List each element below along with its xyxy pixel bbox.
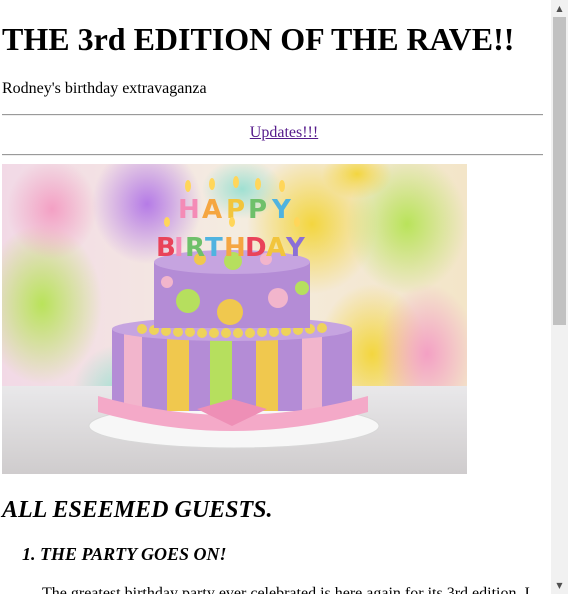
- svg-text:B: B: [156, 233, 176, 263]
- svg-text:A: A: [266, 233, 286, 263]
- svg-text:R: R: [185, 233, 205, 263]
- section-heading: ALL ESEEMED GUESTS.: [2, 497, 273, 523]
- svg-text:H: H: [224, 233, 246, 263]
- page-title: THE 3rd EDITION OF THE RAVE!!: [2, 21, 515, 57]
- vertical-scrollbar[interactable]: ▲ ▼: [551, 0, 568, 594]
- divider: [2, 114, 543, 116]
- divider: [2, 154, 543, 156]
- svg-text:Y: Y: [285, 233, 306, 263]
- svg-text:D: D: [245, 233, 267, 263]
- svg-text:I: I: [174, 233, 184, 263]
- svg-text:P: P: [248, 195, 267, 225]
- svg-text:P: P: [226, 195, 245, 225]
- updates-link[interactable]: Updates!!!: [0, 124, 551, 142]
- birthday-cake-image: B I R T H D A Y H A P P Y: [2, 164, 467, 474]
- triangle-down-icon[interactable]: ▼: [551, 577, 568, 594]
- svg-text:Y: Y: [271, 195, 292, 225]
- svg-text:A: A: [202, 195, 222, 225]
- triangle-up-icon[interactable]: ▲: [551, 0, 568, 17]
- guest-list: THE PARTY GOES ON!: [0, 544, 227, 565]
- page: THE 3rd EDITION OF THE RAVE!! Rodney's b…: [0, 0, 551, 594]
- svg-text:T: T: [205, 233, 223, 263]
- scrollbar-thumb[interactable]: [553, 17, 566, 325]
- page-subtitle: Rodney's birthday extravaganza: [2, 80, 207, 97]
- svg-text:H: H: [178, 195, 200, 225]
- body-paragraph: The greatest birthday party ever celebra…: [42, 585, 530, 594]
- list-item: THE PARTY GOES ON!: [40, 544, 227, 565]
